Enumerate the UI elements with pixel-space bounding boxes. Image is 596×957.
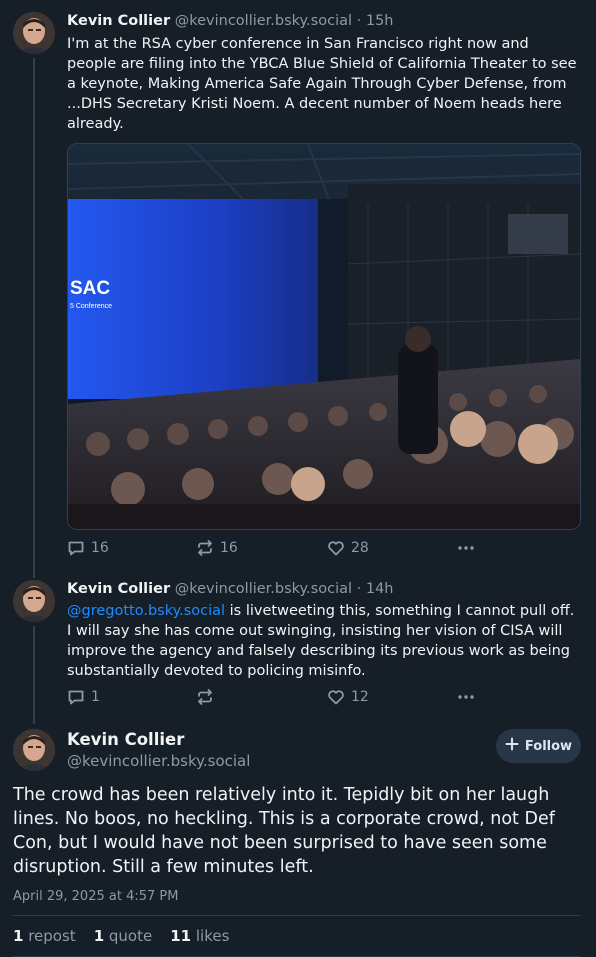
likes-label: likes bbox=[195, 927, 230, 945]
reply-icon bbox=[67, 539, 85, 557]
avatar[interactable] bbox=[13, 580, 55, 622]
thread-line bbox=[33, 58, 35, 578]
thread-line bbox=[33, 626, 35, 724]
avatar[interactable] bbox=[13, 729, 55, 771]
reply-button[interactable]: 1 bbox=[67, 688, 100, 706]
post-actions: 1 12 bbox=[67, 688, 487, 708]
post-header: Kevin Collier @kevincollier.bsky.social … bbox=[67, 580, 393, 598]
like-count: 12 bbox=[351, 689, 369, 705]
engagement-stats: 1 repost 1 quote 11 likes bbox=[13, 927, 229, 945]
author-name[interactable]: Kevin Collier bbox=[67, 13, 170, 29]
repost-count: 16 bbox=[220, 540, 238, 556]
author-handle[interactable]: @kevincollier.bsky.social bbox=[67, 752, 250, 770]
post-time[interactable]: 14h bbox=[366, 581, 394, 597]
like-icon bbox=[327, 688, 345, 706]
more-icon bbox=[457, 539, 475, 557]
screen-logo-subtext: 5 Conference bbox=[70, 303, 112, 310]
mention-link[interactable]: @gregotto.bsky.social bbox=[67, 603, 225, 619]
repost-button[interactable]: 16 bbox=[196, 539, 238, 557]
post-actions: 16 16 28 bbox=[67, 539, 487, 559]
reply-count: 16 bbox=[91, 540, 109, 556]
likes-count: 11 bbox=[170, 927, 192, 945]
like-button[interactable]: 12 bbox=[327, 688, 369, 706]
repost-icon bbox=[196, 688, 214, 706]
follow-button[interactable]: Follow bbox=[496, 729, 581, 763]
reposts-stat[interactable]: 1 repost bbox=[13, 927, 76, 945]
reply-icon bbox=[67, 688, 85, 706]
post-time[interactable]: 15h bbox=[366, 13, 394, 29]
post-image[interactable]: SAC 5 Conference bbox=[67, 143, 581, 530]
like-button[interactable]: 28 bbox=[327, 539, 369, 557]
post-header: Kevin Collier @kevincollier.bsky.social … bbox=[67, 12, 393, 30]
repost-button[interactable] bbox=[196, 688, 220, 706]
post-timestamp: April 29, 2025 at 4:57 PM bbox=[13, 889, 179, 904]
quotes-count: 1 bbox=[93, 927, 105, 945]
like-icon bbox=[327, 539, 345, 557]
like-count: 28 bbox=[351, 540, 369, 556]
avatar[interactable] bbox=[13, 12, 55, 54]
author-handle[interactable]: @kevincollier.bsky.social bbox=[175, 581, 352, 597]
post-text: The crowd has been relatively into it. T… bbox=[13, 785, 555, 877]
repost-icon bbox=[196, 539, 214, 557]
quotes-stat[interactable]: 1 quote bbox=[94, 927, 153, 945]
post-text: @gregotto.bsky.social is livetweeting th… bbox=[67, 601, 579, 681]
reposts-label: repost bbox=[28, 927, 76, 945]
plus-icon bbox=[505, 737, 519, 755]
more-button[interactable] bbox=[457, 539, 475, 557]
reply-button[interactable]: 16 bbox=[67, 539, 109, 557]
separator: · bbox=[356, 13, 362, 29]
separator: · bbox=[356, 581, 362, 597]
likes-stat[interactable]: 11 likes bbox=[170, 927, 229, 945]
author-name[interactable]: Kevin Collier bbox=[67, 581, 170, 597]
quotes-label: quote bbox=[108, 927, 153, 945]
follow-label: Follow bbox=[524, 738, 573, 754]
author-handle[interactable]: @kevincollier.bsky.social bbox=[175, 13, 352, 29]
screen-logo-text: SAC bbox=[70, 278, 110, 299]
reply-count: 1 bbox=[91, 689, 100, 705]
more-button[interactable] bbox=[457, 688, 475, 706]
post-text: I'm at the RSA cyber conference in San F… bbox=[67, 36, 577, 132]
divider bbox=[13, 915, 581, 916]
reposts-count: 1 bbox=[13, 927, 24, 945]
more-icon bbox=[457, 688, 475, 706]
author-name[interactable]: Kevin Collier bbox=[67, 730, 184, 749]
